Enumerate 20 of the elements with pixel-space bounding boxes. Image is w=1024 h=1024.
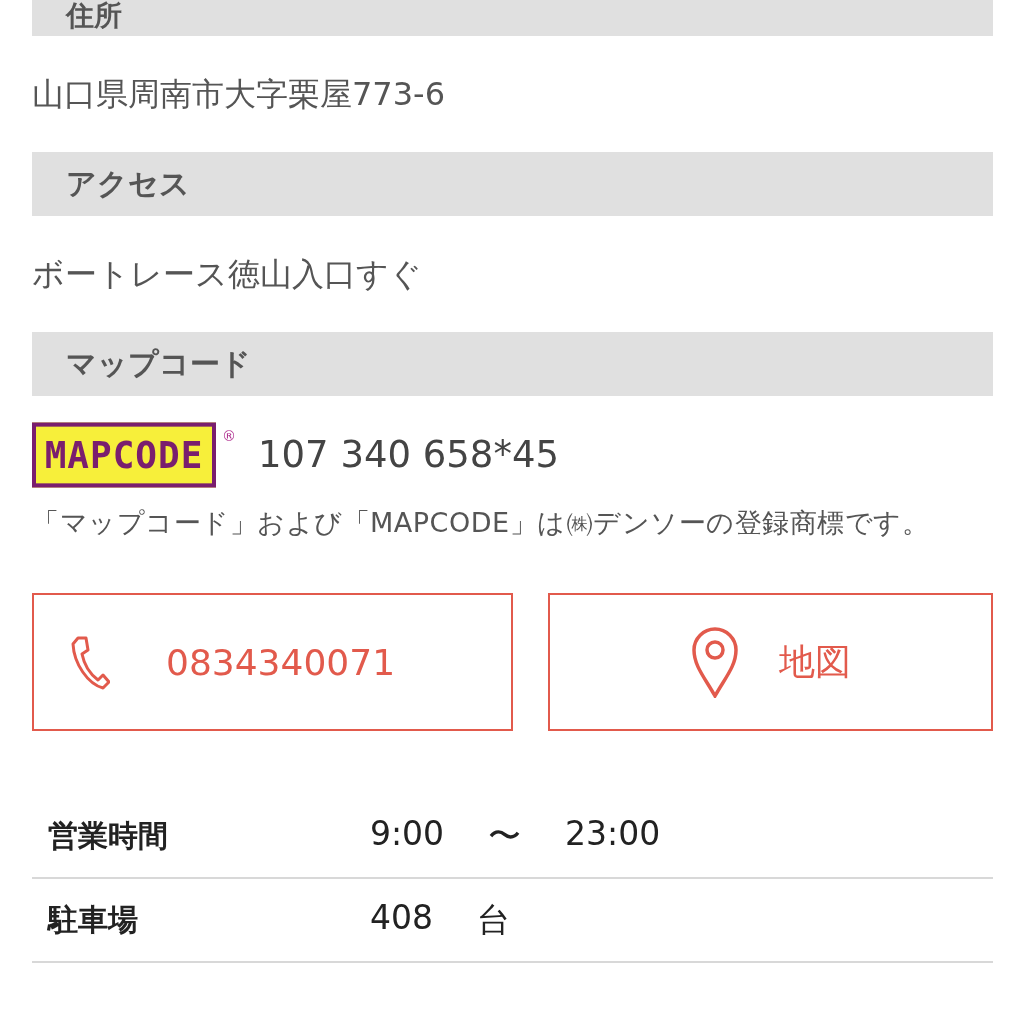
section-heading: アクセス — [32, 152, 993, 216]
row-value: 9:00 — [370, 813, 445, 855]
section-text: ボートレース徳山入口すぐ — [32, 254, 423, 295]
map-button[interactable]: 地図 — [548, 593, 993, 731]
location-pin-icon — [690, 626, 739, 698]
section-text: 山口県周南市大字栗屋773-6 — [32, 74, 446, 115]
row-value: 23:00 — [565, 813, 661, 855]
row-label: 駐車場 — [48, 900, 139, 939]
map-code: 107 340 658*45 — [258, 432, 559, 478]
section-heading: 住所 — [32, 0, 993, 36]
phone-button[interactable]: 0834340071 — [32, 593, 513, 731]
trademark-note: 「マップコード」および「MAPCODE」は㈱デンソーの登録商標です。 — [32, 506, 930, 540]
section-heading: マップコード — [32, 332, 993, 396]
row-value: 〜 — [488, 814, 522, 857]
phone-icon — [70, 634, 110, 690]
registered-mark: ® — [222, 428, 236, 444]
row-label: 営業時間 — [48, 816, 169, 855]
mapcode-logo: MAPCODE — [32, 422, 216, 488]
row-value: 408 — [370, 897, 433, 939]
row-value: 台 — [477, 898, 510, 941]
